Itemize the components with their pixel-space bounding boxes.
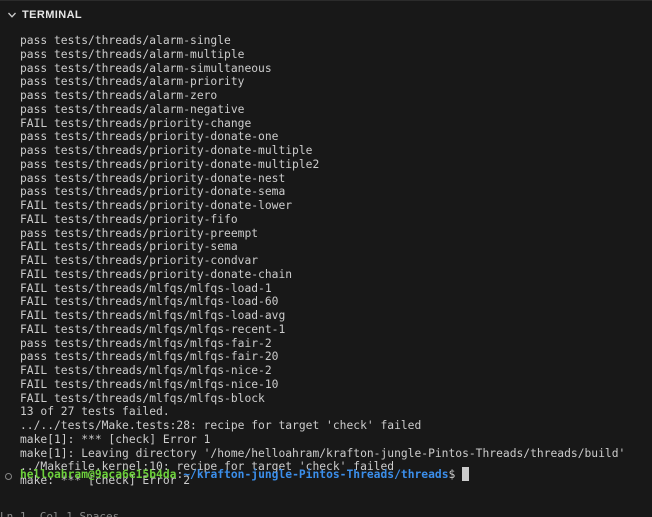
terminal-prompt[interactable]: helloahram@9aca6e15b4da: ~/krafton-jungle… (0, 466, 470, 482)
terminal-line: FAIL tests/threads/mlfqs/mlfqs-load-60 (20, 295, 279, 309)
terminal-line: pass tests/threads/alarm-negative (20, 102, 245, 116)
terminal-line: FAIL tests/threads/priority-donate-lower (20, 199, 293, 212)
terminal-line: pass tests/threads/priority-donate-one (20, 130, 279, 144)
terminal-line: pass tests/threads/alarm-simultaneous (20, 61, 272, 75)
terminal-line: FAIL tests/threads/priority-condvar (20, 254, 259, 267)
terminal-line: pass tests/threads/mlfqs/mlfqs-fair-2 (20, 336, 272, 350)
terminal-line: make[1]: Leaving directory '/home/helloa… (20, 446, 626, 460)
terminal-line: 13 of 27 tests failed. (20, 405, 170, 419)
terminal-lines: pass tests/threads/alarm-single pass test… (20, 34, 625, 488)
terminal-line: FAIL tests/threads/mlfqs/mlfqs-block (20, 391, 265, 405)
terminal-line: FAIL tests/threads/priority-fifo (20, 212, 238, 226)
terminal-line: FAIL tests/threads/mlfqs/mlfqs-recent-1 (20, 322, 286, 336)
terminal-line: pass tests/threads/priority-donate-sema (20, 185, 286, 199)
terminal-line: pass tests/threads/alarm-multiple (20, 47, 245, 61)
terminal-line: make[1]: *** [check] Error 1 (20, 432, 211, 446)
prompt-symbol: $ (448, 467, 456, 481)
terminal-line: FAIL tests/threads/priority-sema (20, 240, 238, 254)
terminal-line: pass tests/threads/priority-donate-multi… (20, 144, 313, 157)
clipped-status-text: Ln 1, Col 1 Spaces (0, 510, 120, 517)
chevron-down-icon[interactable] (6, 9, 18, 21)
terminal-line: pass tests/threads/alarm-single (20, 34, 231, 47)
terminal-line: FAIL tests/threads/priority-donate-chain (20, 267, 293, 281)
terminal-line: pass tests/threads/alarm-zero (20, 89, 218, 102)
terminal-line: FAIL tests/threads/mlfqs/mlfqs-nice-10 (20, 377, 279, 391)
prompt-path: ~/krafton-jungle-Pintos-Threads/threads (183, 467, 449, 481)
panel-header[interactable]: TERMINAL (0, 0, 652, 28)
terminal-line: pass tests/threads/priority-preempt (20, 226, 259, 240)
terminal-line: FAIL tests/threads/mlfqs/mlfqs-load-avg (20, 309, 286, 322)
terminal-panel: TERMINAL pass tests/threads/alarm-single… (0, 0, 652, 517)
terminal-line: FAIL tests/threads/priority-change (20, 116, 252, 130)
terminal-line: ../../tests/Make.tests:28: recipe for ta… (20, 419, 422, 432)
terminal-line: FAIL tests/threads/mlfqs/mlfqs-load-1 (20, 281, 272, 295)
terminal-line: pass tests/threads/priority-donate-nest (20, 171, 286, 185)
terminal-line: FAIL tests/threads/mlfqs/mlfqs-nice-2 (20, 364, 272, 377)
terminal-cursor (462, 467, 470, 481)
terminal-line: pass tests/threads/alarm-priority (20, 75, 245, 89)
terminal-line: pass tests/threads/mlfqs/mlfqs-fair-20 (20, 350, 279, 364)
prompt-user-host: helloahram@9aca6e15b4da (20, 467, 177, 481)
prompt-separator: : (176, 467, 184, 481)
terminal-output[interactable]: pass tests/threads/alarm-single pass test… (0, 28, 652, 517)
panel-title: TERMINAL (22, 8, 83, 21)
terminal-line: pass tests/threads/priority-donate-multi… (20, 157, 320, 171)
